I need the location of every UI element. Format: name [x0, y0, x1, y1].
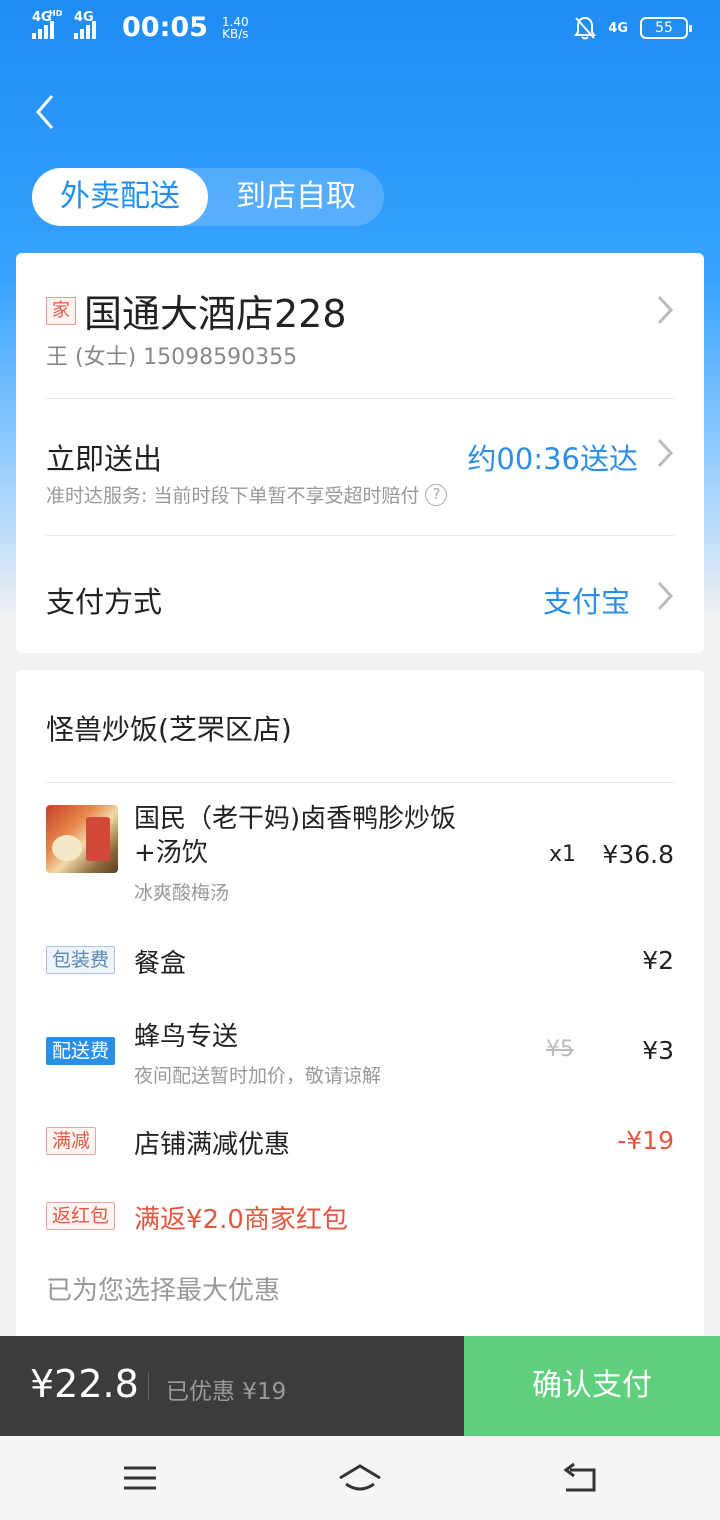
status-bar: 4G HD 4G 00:05 1.40 KB/s 4G 55 — [0, 0, 720, 58]
system-nav-bar — [0, 1436, 720, 1520]
food-image — [46, 805, 118, 873]
food-name: 国民（老干妈)卤香鸭胗炒饭+汤饮 — [134, 804, 457, 868]
ontime-service-note: 准时达服务: 当前时段下单暂不享受超时赔付 ? — [46, 481, 448, 508]
delivery-original-price: ¥5 — [546, 1037, 574, 1062]
address-contact: 王 (女士) 15098590355 — [46, 345, 298, 370]
network-label-2: 4G — [74, 10, 94, 25]
payment-method-title: 支付方式 — [46, 585, 163, 619]
address-delivery-card: 家 国通大酒店228 王 (女士) 15098590355 立即送出 准时达服务… — [16, 253, 704, 653]
tab-delivery[interactable]: 外卖配送 — [32, 168, 208, 226]
best-discount-hint: 已为您选择最大优惠 — [46, 1276, 281, 1306]
chevron-right-icon — [654, 293, 676, 327]
delivery-eta: 约00:36送达 — [467, 442, 638, 476]
home-icon[interactable] — [338, 1458, 382, 1498]
discount-badge: 满减 — [46, 1127, 97, 1155]
red-packet-label: 满返¥2.0商家红包 — [134, 1205, 348, 1235]
packaging-price: ¥2 — [642, 946, 674, 975]
confirm-pay-button[interactable]: 确认支付 — [464, 1336, 720, 1436]
delivery-mode-tabs: 外卖配送 到店自取 — [32, 168, 384, 226]
bell-off-icon — [574, 16, 597, 40]
divider — [46, 782, 674, 783]
network-label-right: 4G — [608, 20, 628, 36]
shop-name: 怪兽炒饭(芝罘区店) — [46, 713, 292, 746]
chevron-right-icon — [654, 436, 676, 470]
help-icon[interactable]: ? — [425, 483, 448, 506]
address-title: 国通大酒店228 — [84, 292, 347, 336]
clock: 00:05 — [122, 12, 208, 43]
delivery-service-label: 蜂鸟专送 — [134, 1022, 239, 1052]
delivery-time-title: 立即送出 — [46, 442, 163, 476]
food-price: ¥36.8 — [602, 840, 674, 869]
network-speed: 1.40 KB/s — [221, 14, 249, 41]
back-nav-icon[interactable] — [558, 1458, 602, 1498]
delivery-fee-price: ¥3 — [642, 1036, 674, 1065]
total-amount: ¥22.8 — [30, 1362, 139, 1406]
order-summary-card: 怪兽炒饭(芝罘区店) 国民（老干妈)卤香鸭胗炒饭+汤饮 冰爽酸梅汤 x1 ¥36… — [16, 670, 704, 1350]
address-tag: 家 — [46, 297, 76, 325]
saved-amount: 已优惠 ¥19 — [166, 1379, 287, 1405]
discount-amount: -¥19 — [617, 1126, 674, 1155]
tab-pickup[interactable]: 到店自取 — [208, 168, 384, 226]
delivery-fee-badge: 配送费 — [46, 1037, 116, 1065]
red-packet-badge: 返红包 — [46, 1202, 116, 1230]
food-spec: 冰爽酸梅汤 — [134, 882, 230, 904]
chevron-right-icon — [654, 579, 676, 613]
payment-method-value: 支付宝 — [542, 585, 630, 619]
food-quantity: x1 — [549, 842, 577, 867]
back-button[interactable] — [30, 92, 70, 132]
discount-label: 店铺满减优惠 — [134, 1130, 291, 1160]
packaging-badge: 包装费 — [46, 946, 116, 974]
packaging-label: 餐盒 — [134, 949, 187, 979]
divider — [46, 535, 674, 536]
divider — [46, 398, 674, 399]
menu-icon[interactable] — [118, 1458, 162, 1498]
network-hd-label: HD — [49, 9, 63, 18]
delivery-fee-note: 夜间配送暂时加价，敬请谅解 — [134, 1065, 382, 1087]
chevron-left-icon — [30, 95, 60, 136]
divider — [148, 1372, 149, 1400]
checkout-bar: ¥22.8 已优惠 ¥19 确认支付 — [0, 1336, 720, 1436]
battery-icon: 55 — [640, 17, 692, 39]
